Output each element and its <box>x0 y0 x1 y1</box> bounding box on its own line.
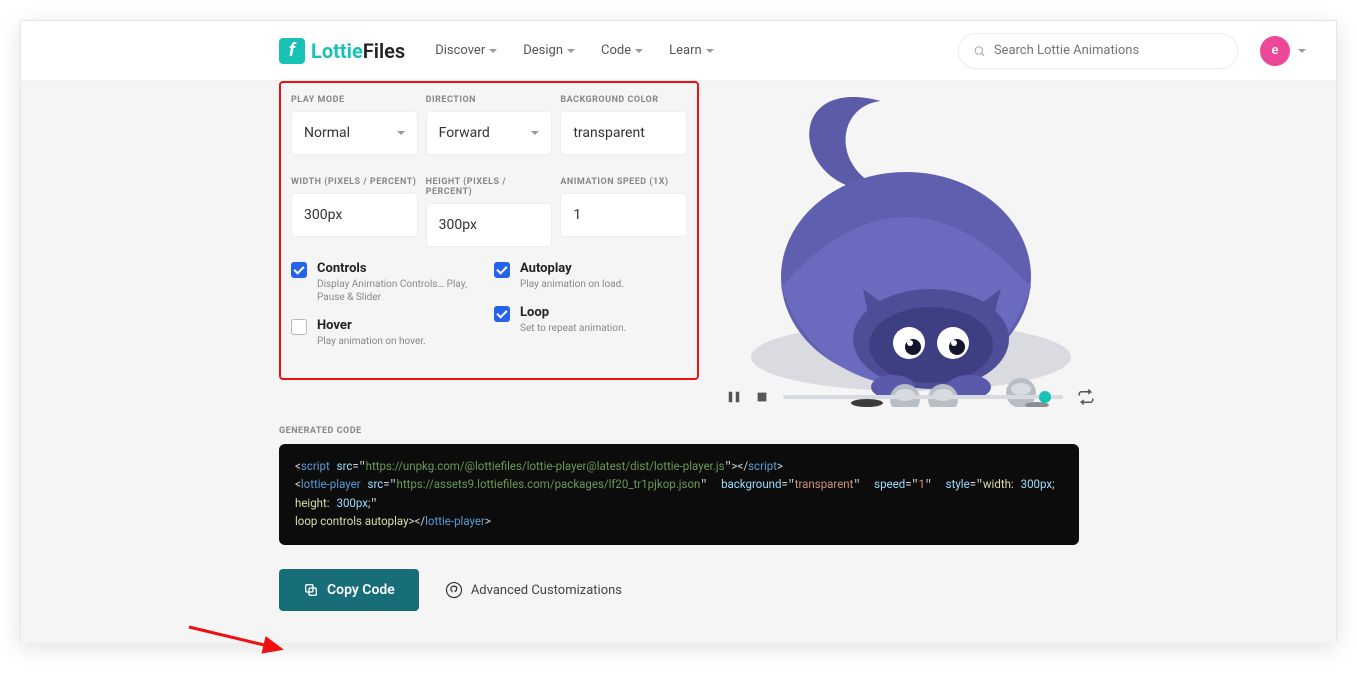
search-box[interactable] <box>958 33 1238 69</box>
logo-icon: f <box>279 38 305 64</box>
bgcolor-input[interactable] <box>560 111 687 155</box>
hover-checkbox[interactable] <box>291 319 307 335</box>
autoplay-title: Autoplay <box>520 261 624 276</box>
chevron-down-icon[interactable] <box>1298 49 1306 53</box>
autoplay-desc: Play animation on load. <box>520 278 624 291</box>
animation-preview <box>721 87 1101 405</box>
nav-item-learn[interactable]: Learn <box>669 43 714 58</box>
chevron-down-icon <box>706 49 714 53</box>
search-input[interactable] <box>994 43 1223 58</box>
loop-checkbox[interactable] <box>494 306 510 322</box>
speed-label: ANIMATION SPEED (1X) <box>560 177 687 187</box>
direction-select[interactable]: Forward <box>426 111 553 155</box>
hover-title: Hover <box>317 318 426 333</box>
nav-item-discover[interactable]: Discover <box>435 43 497 58</box>
callout-arrow-icon <box>185 621 295 661</box>
playmode-label: PLAY MODE <box>291 95 418 105</box>
direction-label: DIRECTION <box>426 95 553 105</box>
controls-title: Controls <box>317 261 484 276</box>
autoplay-checkbox[interactable] <box>494 262 510 278</box>
chevron-down-icon <box>489 49 497 53</box>
chevron-down-icon <box>635 49 643 53</box>
cat-illustration <box>721 87 1101 407</box>
generated-code-block: <script src="https://unpkg.com/@lottiefi… <box>279 444 1079 545</box>
height-label: HEIGHT (PIXELS / PERCENT) <box>426 177 553 197</box>
hover-desc: Play animation on hover. <box>317 335 426 348</box>
width-input[interactable] <box>291 193 418 237</box>
chevron-down-icon <box>397 131 405 135</box>
avatar[interactable]: e <box>1260 36 1290 66</box>
chevron-down-icon <box>567 49 575 53</box>
controls-desc: Display Animation Controls… Play, Pause … <box>317 278 484 304</box>
generated-code-label: GENERATED CODE <box>279 426 699 436</box>
top-nav: f LottieFiles Discover Design Code Learn… <box>21 21 1336 81</box>
search-icon <box>973 44 986 58</box>
bgcolor-label: BACKGROUND COLOR <box>560 95 687 105</box>
loop-desc: Set to repeat animation. <box>520 322 626 335</box>
speed-input[interactable] <box>560 193 687 237</box>
seek-thumb[interactable] <box>1039 391 1051 403</box>
copy-code-button[interactable]: Copy Code <box>279 569 419 611</box>
chevron-down-icon <box>531 131 539 135</box>
height-input[interactable] <box>426 203 553 247</box>
logo[interactable]: f LottieFiles <box>279 38 405 64</box>
copy-icon <box>303 582 319 598</box>
advanced-customizations-link[interactable]: Advanced Customizations <box>445 581 622 599</box>
logo-text: LottieFiles <box>311 39 405 63</box>
loop-title: Loop <box>520 305 626 320</box>
nav-item-design[interactable]: Design <box>523 43 575 58</box>
width-label: WIDTH (PIXELS / PERCENT) <box>291 177 418 187</box>
player-options-panel: PLAY MODE Normal DIRECTION Forward BACKG… <box>279 81 699 380</box>
seek-slider[interactable] <box>783 395 1063 399</box>
github-icon <box>445 581 463 599</box>
nav-item-code[interactable]: Code <box>601 43 643 58</box>
controls-checkbox[interactable] <box>291 262 307 278</box>
playmode-select[interactable]: Normal <box>291 111 418 155</box>
